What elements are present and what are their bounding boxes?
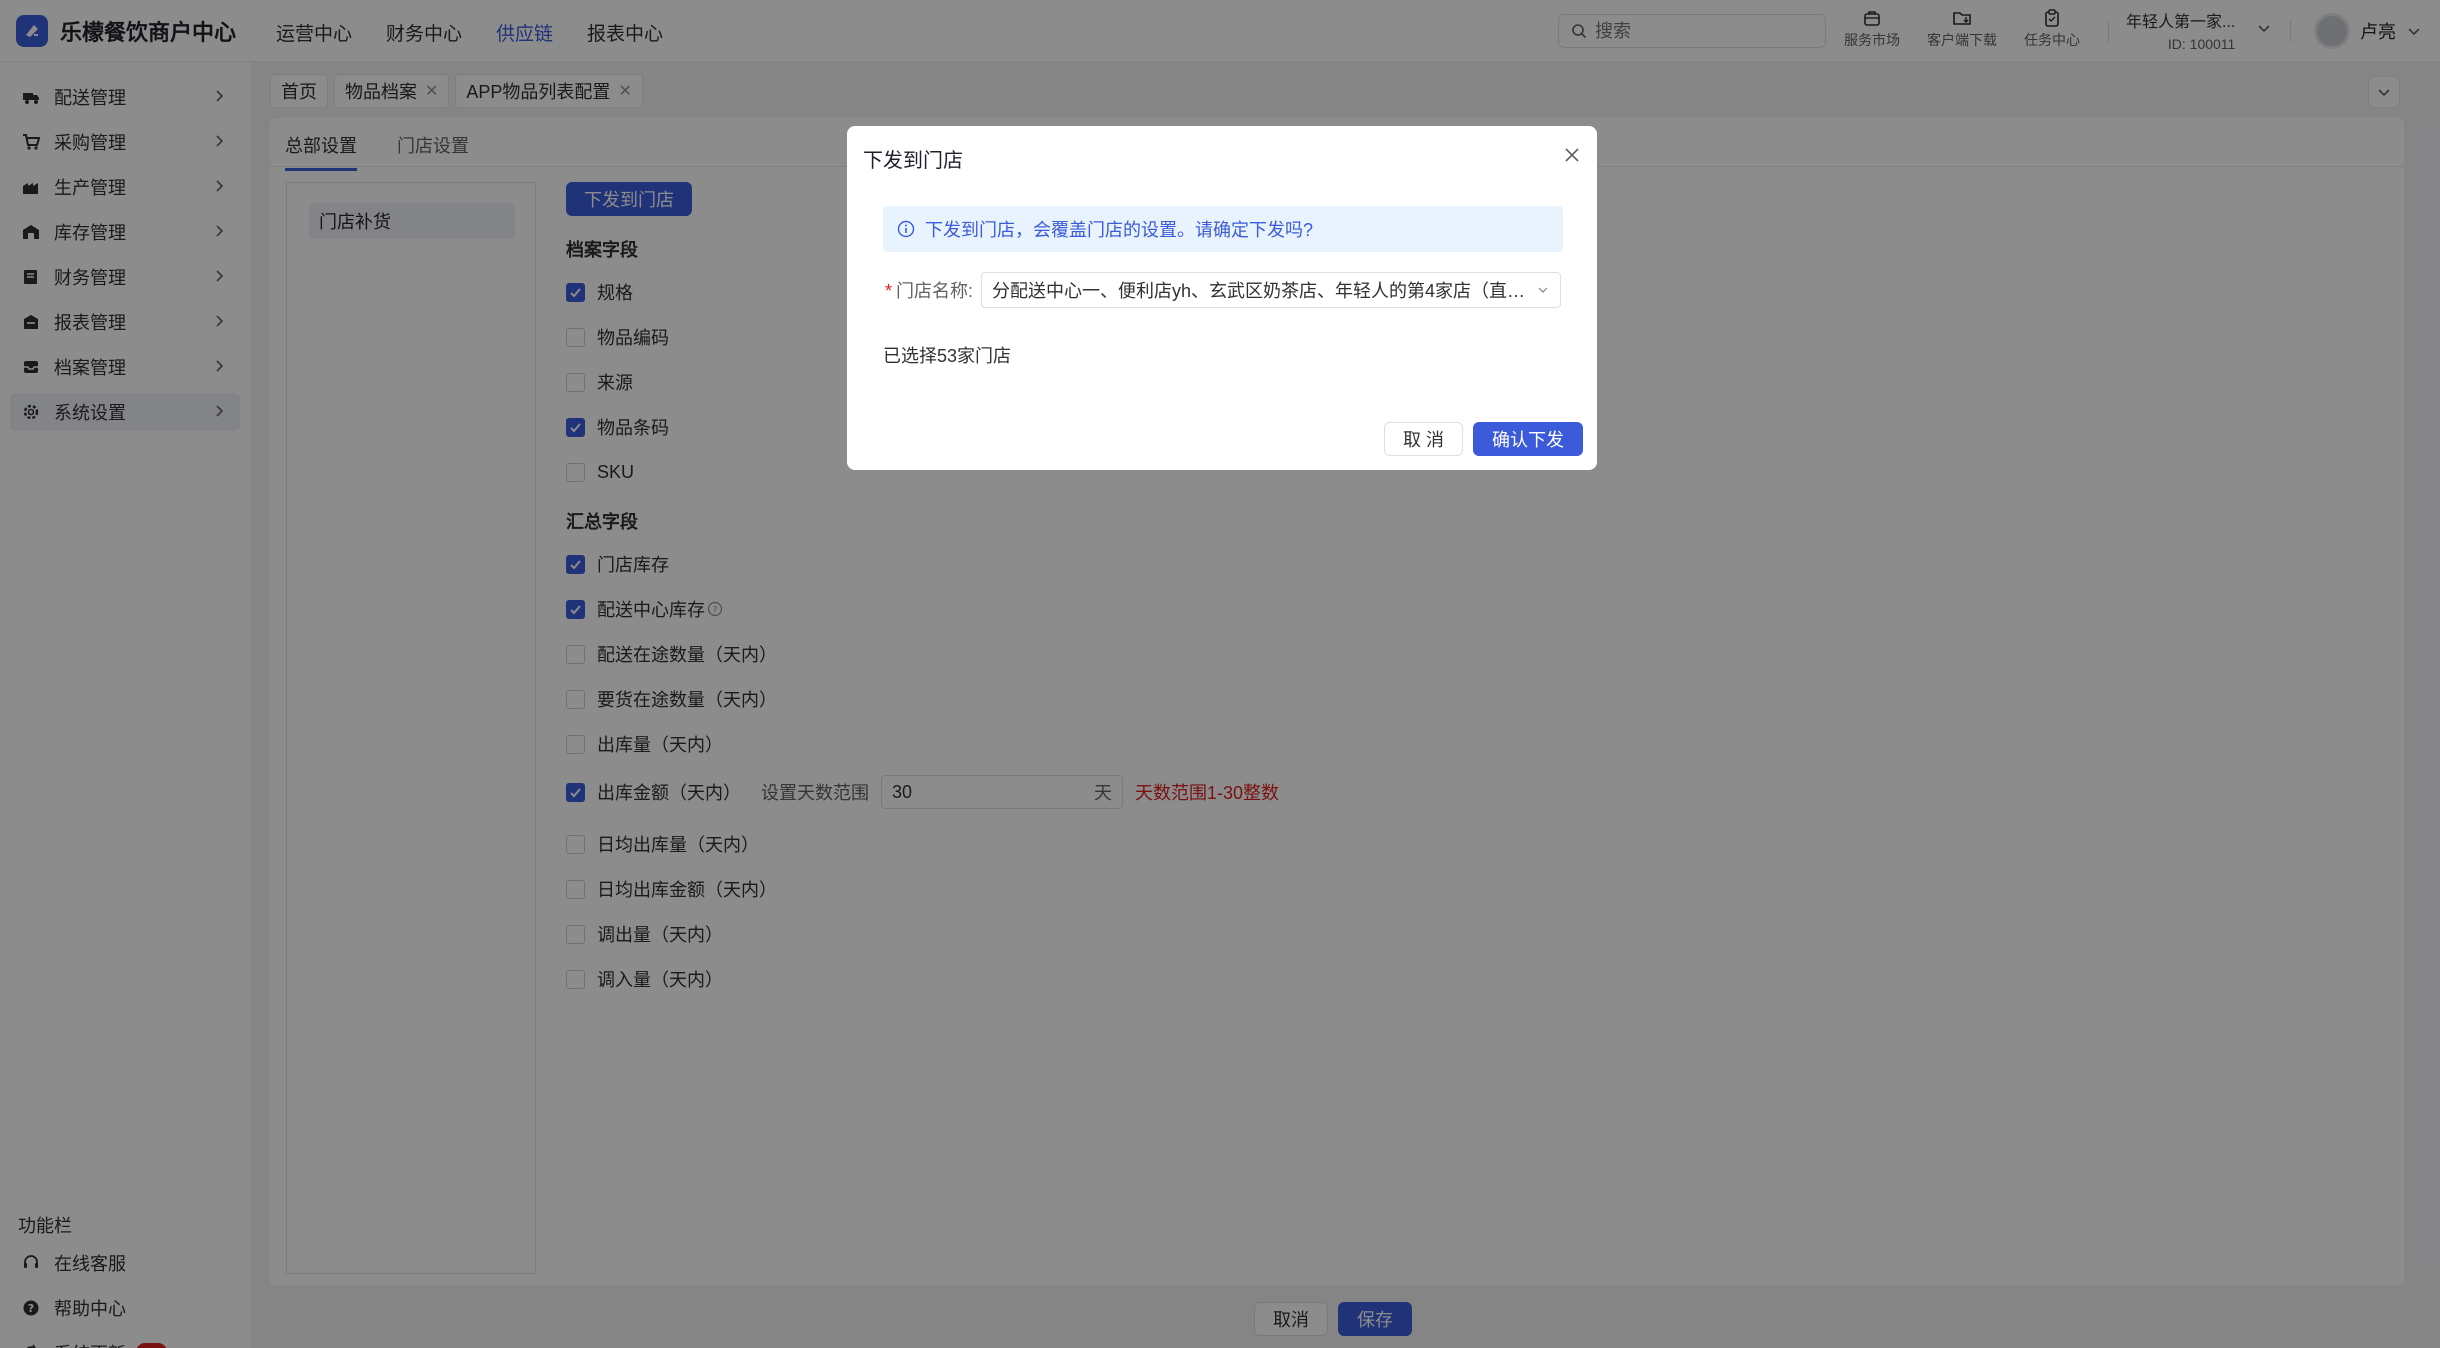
store-select-value: 分配送中心一、便利店yh、玄武区奶茶店、年轻人的第4家店（直营... <box>992 281 1537 301</box>
store-name-label: * 门店名称: <box>879 277 973 303</box>
chevron-down-icon <box>1538 287 1548 293</box>
warning-alert: 下发到门店，会覆盖门店的设置。请确定下发吗? <box>883 206 1563 252</box>
dialog-actions: 取 消 确认下发 <box>1383 422 1583 456</box>
store-name-label-text: 门店名称: <box>895 281 973 301</box>
confirm-push-button[interactable]: 确认下发 <box>1473 422 1583 456</box>
dialog-cancel-button[interactable]: 取 消 <box>1383 422 1463 456</box>
close-icon[interactable] <box>1561 144 1583 166</box>
push-to-stores-dialog: 下发到门店 下发到门店，会覆盖门店的设置。请确定下发吗? * 门店名称: 分配送中… <box>847 126 1597 470</box>
store-name-field: * 门店名称: 分配送中心一、便利店yh、玄武区奶茶店、年轻人的第4家店（直营..… <box>879 272 1561 308</box>
info-icon <box>897 220 915 238</box>
required-mark: * <box>884 281 892 301</box>
store-select[interactable]: 分配送中心一、便利店yh、玄武区奶茶店、年轻人的第4家店（直营... <box>981 272 1561 308</box>
alert-text: 下发到门店，会覆盖门店的设置。请确定下发吗? <box>925 220 1314 240</box>
dialog-title: 下发到门店 <box>863 150 963 172</box>
selected-store-count: 已选择53家门店 <box>883 346 1012 366</box>
